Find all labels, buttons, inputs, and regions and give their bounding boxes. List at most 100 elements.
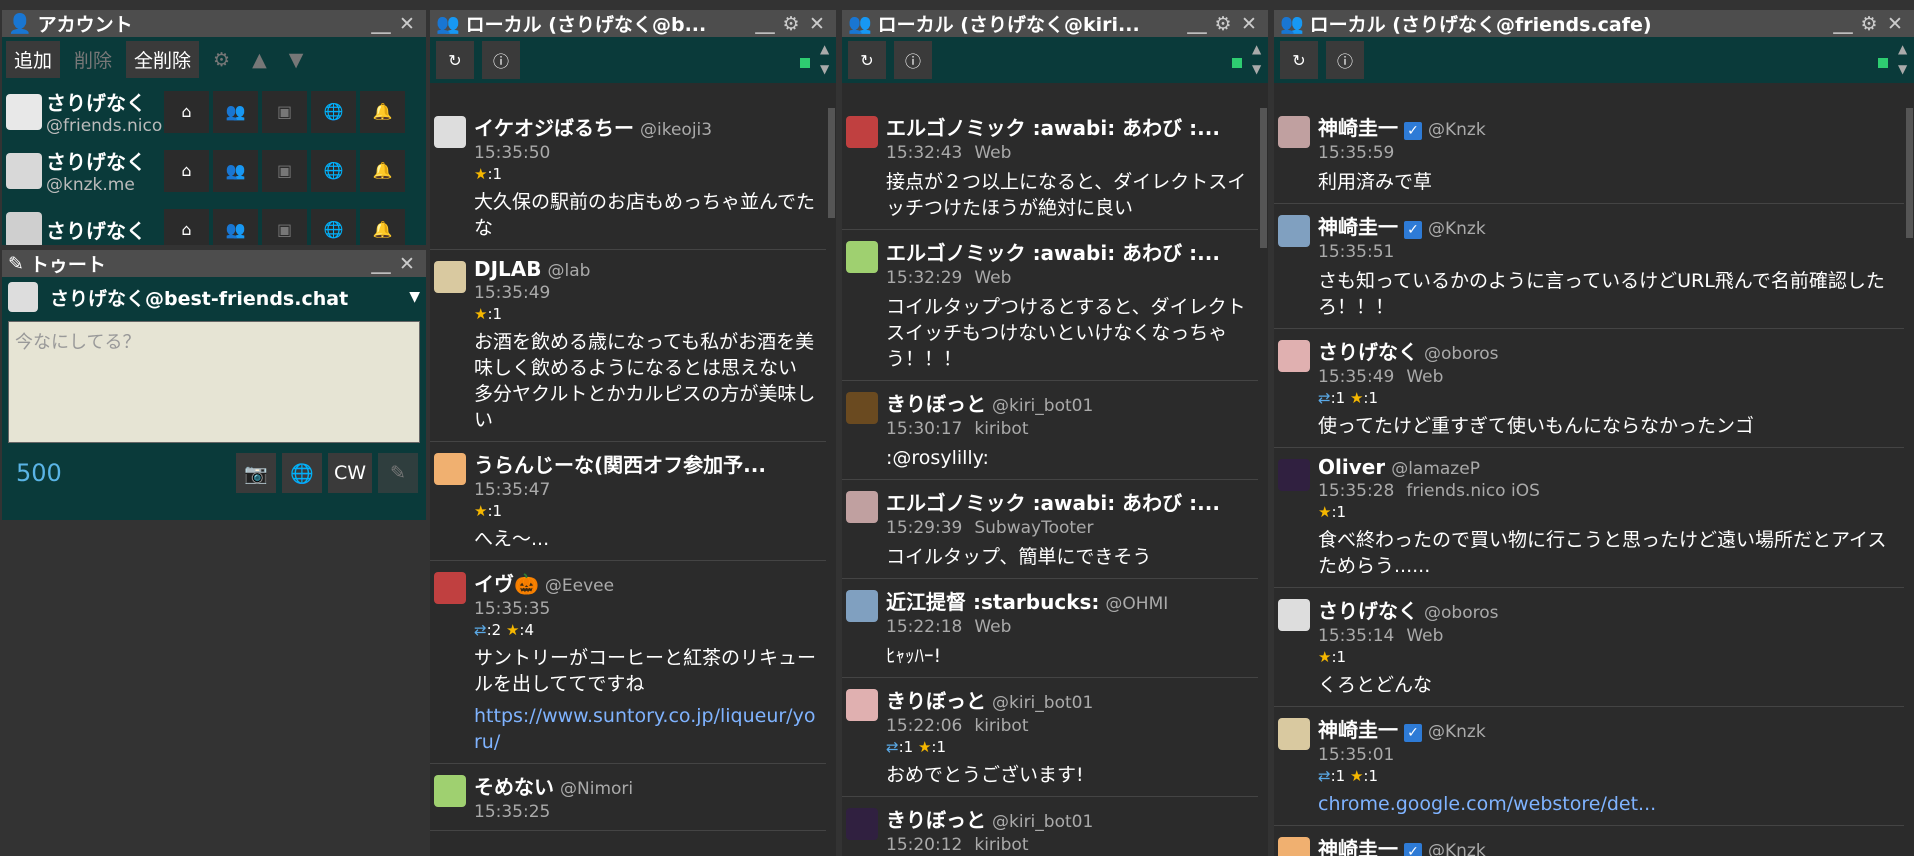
account-handle[interactable]: @oboros [1424,344,1498,364]
users-icon[interactable]: 👥 [213,149,258,192]
camera-icon[interactable]: 📷 [235,453,276,493]
account-row[interactable]: さりげなく @friends.nico ⌂ 👥 ▣ 🌐 🔔 [2,82,426,141]
timestamp[interactable]: 15:30:17 [886,419,962,439]
scroll-up-icon[interactable]: ▲ [1252,43,1261,55]
avatar[interactable] [846,689,878,721]
image-icon[interactable]: ▣ [262,90,307,133]
refresh-icon[interactable]: ↻ [848,41,886,79]
timestamp[interactable]: 15:22:18 [886,617,962,637]
timestamp[interactable]: 15:29:39 [886,518,962,538]
account-handle[interactable]: @kiri_bot01 [992,693,1093,713]
avatar[interactable] [1278,837,1310,856]
toot-item[interactable]: きりぼっと @kiri_bot01 15:22:06 kiribot ⇄:1 ★:1 おめ… [842,678,1258,797]
close-icon[interactable]: ✕ [1236,12,1262,36]
timestamp[interactable]: 15:22:06 [886,716,962,736]
avatar[interactable] [1278,718,1310,750]
avatar[interactable] [846,491,878,523]
avatar[interactable] [1278,599,1310,631]
avatar[interactable] [1278,116,1310,148]
avatar[interactable] [1278,215,1310,247]
sender-select[interactable]: さりげなく@best-friends.chat ▼ [2,277,426,317]
timestamp[interactable]: 15:35:35 [474,599,550,619]
toot-link[interactable]: https://www.suntory.co.jp/liqueur/yoru/ [474,705,815,753]
image-icon[interactable]: ▣ [262,149,307,192]
account-row[interactable]: さりげなく @knzk.me ⌂ 👥 ▣ 🌐 🔔 [2,141,426,200]
close-icon[interactable]: ✕ [1882,12,1908,36]
scroll-down-icon[interactable]: ▼ [1252,63,1261,75]
account-handle[interactable]: @Knzk [1428,120,1486,140]
toot-item[interactable]: DJLAB @lab 15:35:49 ★:1 お酒を飲める歳になっても私がお酒を美味し… [430,250,826,442]
toot-item[interactable]: さりげなく @oboros 15:35:49 Web ⇄:1 ★:1 使ってたけど重すぎて… [1274,329,1904,448]
toot-item[interactable]: 近江提督 :starbucks: @OHMI 15:22:18 Web ﾋｬｯﾊｰ! [842,579,1258,678]
users-icon[interactable]: 👥 [213,208,258,245]
globe-icon[interactable]: 🌐 [311,208,356,245]
toot-input[interactable]: 今なにしてる？ [8,321,420,443]
account-handle[interactable]: @OHMI [1105,594,1168,614]
display-name[interactable]: さりげなく [1318,336,1418,365]
scrollbar-thumb[interactable] [828,108,835,218]
globe-icon[interactable]: 🌐 [311,149,356,192]
avatar[interactable] [846,241,878,273]
account-handle[interactable]: @kiri_bot01 [992,396,1093,416]
account-handle[interactable]: @Eevee [545,576,614,596]
avatar[interactable] [846,392,878,424]
toot-item[interactable]: 神崎圭一 ✓ @Knzk [1274,826,1904,856]
timestamp[interactable]: 15:35:49 [474,283,550,303]
timestamp[interactable]: 15:32:43 [886,143,962,163]
send-pencil-icon[interactable]: ✎ [378,453,418,493]
minimize-icon[interactable]: ＿ [368,252,394,276]
gear-icon[interactable]: ⚙ [205,41,239,78]
avatar[interactable] [434,261,466,293]
move-down-icon[interactable]: ▼ [280,41,312,78]
display-name[interactable]: エルゴノミック :awabi: あわび :... [886,112,1220,141]
toot-item[interactable]: きりぼっと @kiri_bot01 15:30:17 kiribot:@rosylil… [842,381,1258,480]
display-name[interactable]: イヴ🎃 [474,568,539,597]
display-name[interactable]: きりぼっと [886,685,986,714]
toot-item[interactable]: きりぼっと@kiri_bot0115:20:12kiribot⇄:1 ★:1 [842,797,1258,856]
timestamp[interactable]: 15:20:12 [886,835,962,855]
toot-link[interactable]: chrome.google.com/webstore/det... [1318,793,1656,815]
scrollbar-thumb[interactable] [1260,108,1267,248]
scrollbar[interactable] [1258,105,1268,856]
display-name[interactable]: エルゴノミック :awabi: あわび :... [886,487,1220,516]
close-icon[interactable]: ✕ [394,252,420,276]
close-icon[interactable]: ✕ [394,12,420,36]
account-handle[interactable]: @lamazeP [1391,459,1480,479]
toot-item[interactable]: 神崎圭一 ✓ @Knzk 15:35:01 ⇄:1 ★:1 chrome.google.c… [1274,707,1904,826]
display-name[interactable]: さりげなく [1318,595,1418,624]
minimize-icon[interactable]: ＿ [752,12,778,36]
timestamp[interactable]: 15:35:14 [1318,626,1394,646]
close-icon[interactable]: ✕ [804,12,830,36]
scrollbar-thumb[interactable] [1906,108,1913,238]
home-icon[interactable]: ⌂ [164,149,209,192]
home-icon[interactable]: ⌂ [164,208,209,245]
timestamp[interactable]: 15:35:50 [474,143,550,163]
display-name[interactable]: イケオジばるちー [474,112,634,141]
display-name[interactable]: 神崎圭一 [1318,211,1398,240]
cw-button[interactable]: CW [327,453,372,493]
remove-account-button[interactable]: 削除 [66,41,121,78]
avatar[interactable] [434,572,466,604]
timestamp[interactable]: 15:32:29 [886,268,962,288]
image-icon[interactable]: ▣ [262,208,307,245]
gear-icon[interactable]: ⚙ [778,12,804,36]
minimize-icon[interactable]: ＿ [368,12,394,36]
scroll-up-icon[interactable]: ▲ [1898,43,1907,55]
display-name[interactable]: きりぼっと [886,388,986,417]
account-handle[interactable]: @Nimori [560,779,633,799]
display-name[interactable]: 神崎圭一 [1318,714,1398,743]
account-row[interactable]: さりげなく ⌂ 👥 ▣ 🌐 🔔 [2,200,426,245]
account-handle[interactable]: @lab [548,261,591,281]
users-icon[interactable]: 👥 [213,90,258,133]
add-account-button[interactable]: 追加 [6,41,61,78]
globe-icon[interactable]: 🌐 [311,90,356,133]
toot-item[interactable]: うらんじーな(関西オフ参加予... 15:35:47 ★:1 へえ～... [430,442,826,561]
toot-item[interactable]: イケオジばるちー @ikeoji3 15:35:50 ★:1 大久保の駅前のお店もめっち… [430,105,826,250]
account-handle[interactable]: @Knzk [1428,722,1486,742]
gear-icon[interactable]: ⚙ [1856,12,1882,36]
bell-icon[interactable]: 🔔 [360,90,405,133]
account-handle[interactable]: @ikeoji3 [640,120,712,140]
account-handle[interactable]: @Knzk [1428,841,1486,856]
info-icon[interactable]: ⓘ [894,41,932,79]
scroll-down-icon[interactable]: ▼ [820,63,829,75]
